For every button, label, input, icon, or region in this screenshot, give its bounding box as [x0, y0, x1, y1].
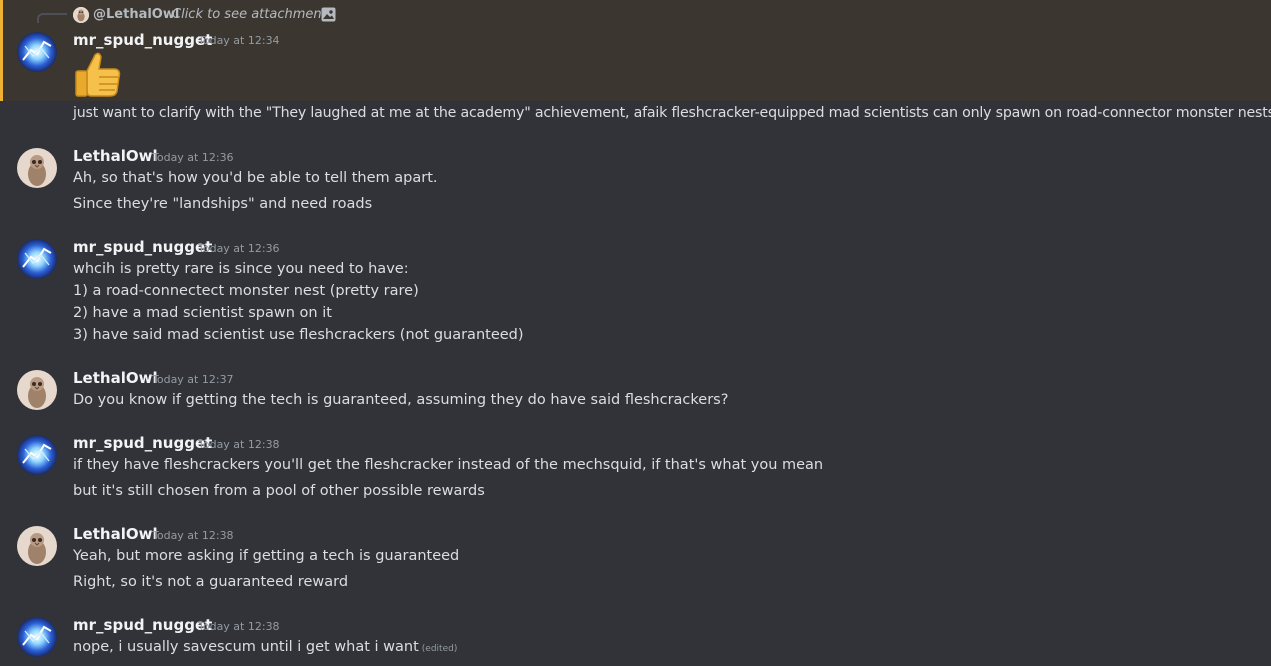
- message-text: 2) have a mad scientist spawn on it: [73, 305, 332, 321]
- image-icon: [321, 7, 336, 22]
- avatar-spud[interactable]: [17, 617, 57, 657]
- edited-label: (edited): [421, 644, 458, 654]
- reply-mention[interactable]: @LethalOwl: [93, 7, 179, 23]
- message-text: whcih is pretty rare is since you need t…: [73, 261, 409, 277]
- thumbs-up-emoji: [73, 51, 123, 99]
- timestamp[interactable]: Today at 12:37: [152, 373, 234, 387]
- message-text: Ah, so that's how you'd be able to tell …: [73, 170, 438, 186]
- message-text: if they have fleshcrackers you'll get th…: [73, 457, 824, 473]
- username[interactable]: LethalOwl: [73, 147, 158, 165]
- timestamp[interactable]: Today at 12:38: [152, 529, 234, 543]
- message-text: Do you know if getting the tech is guara…: [73, 392, 729, 408]
- timestamp[interactable]: Today at 12:36: [198, 242, 280, 256]
- message-line: nope, i usually savescum until i get wha…: [73, 639, 419, 655]
- message-text: Yeah, but more asking if getting a tech …: [73, 548, 460, 564]
- avatar-spud[interactable]: [17, 239, 57, 279]
- timestamp[interactable]: Today at 12:38: [198, 620, 280, 634]
- timestamp[interactable]: Today at 12:38: [198, 438, 280, 452]
- message-text: Right, so it's not a guaranteed reward: [73, 574, 349, 590]
- message-text: nope, i usually savescum until i get wha…: [73, 637, 457, 659]
- message-text: just want to clarify with the "They laug…: [73, 105, 1271, 121]
- username[interactable]: mr_spud_nugget: [73, 434, 212, 452]
- username[interactable]: mr_spud_nugget: [73, 31, 212, 49]
- message-text: but it's still chosen from a pool of oth…: [73, 483, 485, 499]
- avatar-owl[interactable]: [17, 526, 57, 566]
- avatar-owl[interactable]: [17, 148, 57, 188]
- username[interactable]: mr_spud_nugget: [73, 616, 212, 634]
- message-text: Since they're "landships" and need roads: [73, 196, 373, 212]
- avatar-spud[interactable]: [17, 435, 57, 475]
- message-text: 3) have said mad scientist use fleshcrac…: [73, 327, 524, 343]
- timestamp[interactable]: Today at 12:36: [152, 151, 234, 165]
- avatar-owl[interactable]: [17, 370, 57, 410]
- reply-spine: [37, 13, 67, 23]
- reply-attachment-hint[interactable]: Click to see attachment: [172, 7, 327, 23]
- reply-avatar-owl[interactable]: [73, 7, 89, 23]
- message-text: 1) a road-connectect monster nest (prett…: [73, 283, 419, 299]
- username[interactable]: LethalOwl: [73, 369, 158, 387]
- username[interactable]: LethalOwl: [73, 525, 158, 543]
- timestamp[interactable]: Today at 12:34: [198, 34, 280, 48]
- avatar-spud[interactable]: [17, 32, 57, 72]
- username[interactable]: mr_spud_nugget: [73, 238, 212, 256]
